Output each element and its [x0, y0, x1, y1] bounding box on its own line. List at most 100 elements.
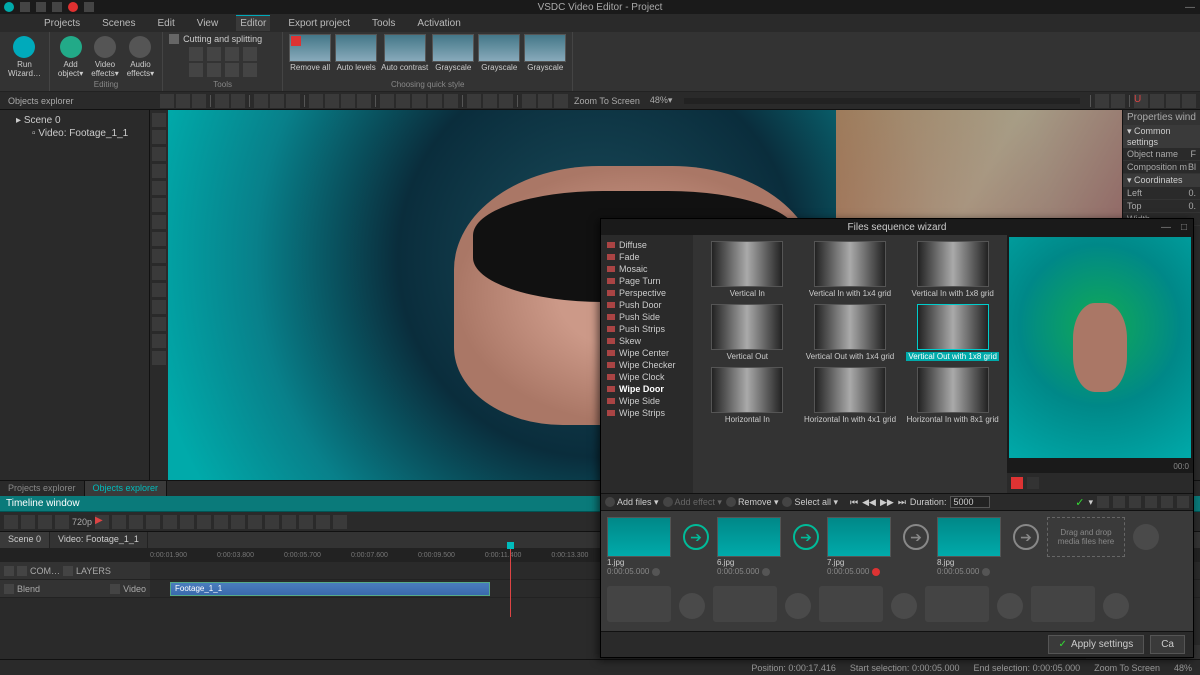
- tool-5[interactable]: [189, 63, 203, 77]
- save-icon[interactable]: [52, 2, 62, 12]
- zoom-slider[interactable]: [684, 98, 1080, 104]
- style-remove-all[interactable]: Remove all: [289, 34, 331, 72]
- tool-i[interactable]: [396, 94, 410, 108]
- common-settings-header[interactable]: ▾ Common settings: [1123, 125, 1200, 148]
- drop-zone[interactable]: Drag and drop media files here: [1047, 517, 1125, 557]
- grid-vin-1x4[interactable]: Vertical In with 1x4 grid: [802, 241, 899, 298]
- tool-f[interactable]: [341, 94, 355, 108]
- cancel-button[interactable]: Ca: [1150, 635, 1185, 654]
- tool-1[interactable]: [189, 47, 203, 61]
- tl-next[interactable]: [231, 515, 245, 529]
- remove-icon[interactable]: [982, 568, 990, 576]
- tool-j[interactable]: [412, 94, 426, 108]
- refresh-icon[interactable]: [1161, 496, 1173, 508]
- trans-wipe-center[interactable]: Wipe Center: [605, 347, 689, 359]
- wizard-max-icon[interactable]: □: [1177, 221, 1191, 233]
- tool-chart-icon[interactable]: [152, 266, 166, 280]
- tree-scene[interactable]: ▸ Scene 0: [4, 114, 145, 127]
- tool-undo[interactable]: [215, 94, 229, 108]
- tool-curve-icon[interactable]: [152, 181, 166, 195]
- tool-pen-icon[interactable]: [152, 198, 166, 212]
- trans-perspective[interactable]: Perspective: [605, 287, 689, 299]
- style-auto-levels[interactable]: Auto levels: [335, 34, 377, 72]
- tool-copy[interactable]: [176, 94, 190, 108]
- strip-item-2[interactable]: 6.jpg 0:00:05.000: [717, 517, 785, 576]
- transition-arrow-1[interactable]: ➔: [683, 524, 709, 550]
- trans-wipe-checker[interactable]: Wipe Checker: [605, 359, 689, 371]
- empty-slot[interactable]: [819, 586, 883, 622]
- audio-effects-button[interactable]: Audio effects▾: [125, 34, 156, 80]
- tool-audio-icon[interactable]: [152, 283, 166, 297]
- select-all-button[interactable]: Select all ▾: [782, 497, 838, 508]
- menu-activation[interactable]: Activation: [413, 16, 464, 31]
- nav-prev-icon[interactable]: ◀◀: [862, 497, 876, 508]
- tool-p[interactable]: [522, 94, 536, 108]
- empty-slot[interactable]: [925, 586, 989, 622]
- tool-square-icon[interactable]: [152, 130, 166, 144]
- coords-header[interactable]: ▾ Coordinates: [1123, 174, 1200, 187]
- tab-objects-explorer[interactable]: Objects explorer: [85, 481, 168, 496]
- grid-vertical-out[interactable]: Vertical Out: [699, 304, 796, 361]
- nav-last-icon[interactable]: ⏭: [898, 497, 906, 508]
- tool-c[interactable]: [286, 94, 300, 108]
- trans-mosaic[interactable]: Mosaic: [605, 263, 689, 275]
- wave-icon[interactable]: [63, 566, 73, 576]
- trans-diffuse[interactable]: Diffuse: [605, 239, 689, 251]
- grid-vin-1x8[interactable]: Vertical In with 1x8 grid: [904, 241, 1001, 298]
- tl-mute[interactable]: [146, 515, 160, 529]
- tool-text-icon[interactable]: [152, 232, 166, 246]
- tl-tab-video[interactable]: Video: Footage_1_1: [50, 532, 148, 548]
- timeline-clip[interactable]: Footage_1_1: [170, 582, 490, 596]
- tool-tooltip-icon[interactable]: [152, 249, 166, 263]
- tool-v[interactable]: [1150, 94, 1164, 108]
- tool-l[interactable]: [444, 94, 458, 108]
- empty-slot[interactable]: [1031, 586, 1095, 622]
- trash-icon[interactable]: [1145, 496, 1157, 508]
- tool-snap-icon[interactable]: [152, 334, 166, 348]
- play-button[interactable]: ▶: [95, 515, 109, 529]
- menu-view[interactable]: View: [193, 16, 223, 31]
- preview-play-icon[interactable]: [1011, 477, 1023, 489]
- settings-icon[interactable]: [1177, 496, 1189, 508]
- trans-fade[interactable]: Fade: [605, 251, 689, 263]
- add-files-button[interactable]: Add files ▾: [605, 497, 659, 508]
- tool-h[interactable]: [380, 94, 394, 108]
- tool-r[interactable]: [554, 94, 568, 108]
- trans-wipe-strips[interactable]: Wipe Strips: [605, 407, 689, 419]
- lock-icon[interactable]: [17, 566, 27, 576]
- tool-8[interactable]: [243, 63, 257, 77]
- remove-icon[interactable]: [652, 568, 660, 576]
- tl-up[interactable]: [38, 515, 52, 529]
- empty-slot[interactable]: [713, 586, 777, 622]
- add-object-button[interactable]: Add object▾: [56, 34, 85, 80]
- tl-mark3[interactable]: [316, 515, 330, 529]
- tool-x[interactable]: [1182, 94, 1196, 108]
- rotate-icon[interactable]: [1113, 496, 1125, 508]
- tool-n[interactable]: [483, 94, 497, 108]
- add-effect-button[interactable]: Add effect ▾: [663, 497, 722, 508]
- run-wizard-button[interactable]: Run Wizard…: [6, 34, 43, 80]
- transition-arrow-2[interactable]: ➔: [793, 524, 819, 550]
- tl-remove[interactable]: [21, 515, 35, 529]
- style-grayscale-3[interactable]: Grayscale: [524, 34, 566, 72]
- zoom-value[interactable]: 48%▾: [650, 95, 673, 106]
- tool-t[interactable]: [1111, 94, 1125, 108]
- transition-arrow-3[interactable]: ➔: [903, 524, 929, 550]
- style-grayscale-2[interactable]: Grayscale: [478, 34, 520, 72]
- tl-mark2[interactable]: [299, 515, 313, 529]
- tl-mark1[interactable]: [282, 515, 296, 529]
- tl-next2[interactable]: [248, 515, 262, 529]
- menu-edit[interactable]: Edit: [153, 16, 178, 31]
- trans-skew[interactable]: Skew: [605, 335, 689, 347]
- new-icon[interactable]: [20, 2, 30, 12]
- tl-loop[interactable]: [112, 515, 126, 529]
- menu-editor[interactable]: Editor: [236, 15, 270, 31]
- tool-image-icon[interactable]: [152, 300, 166, 314]
- tl-vol[interactable]: [129, 515, 143, 529]
- trans-page-turn[interactable]: Page Turn: [605, 275, 689, 287]
- trans-push-door[interactable]: Push Door: [605, 299, 689, 311]
- tool-4[interactable]: [243, 47, 257, 61]
- trans-wipe-side[interactable]: Wipe Side: [605, 395, 689, 407]
- tool-g[interactable]: [357, 94, 371, 108]
- tl-home[interactable]: [180, 515, 194, 529]
